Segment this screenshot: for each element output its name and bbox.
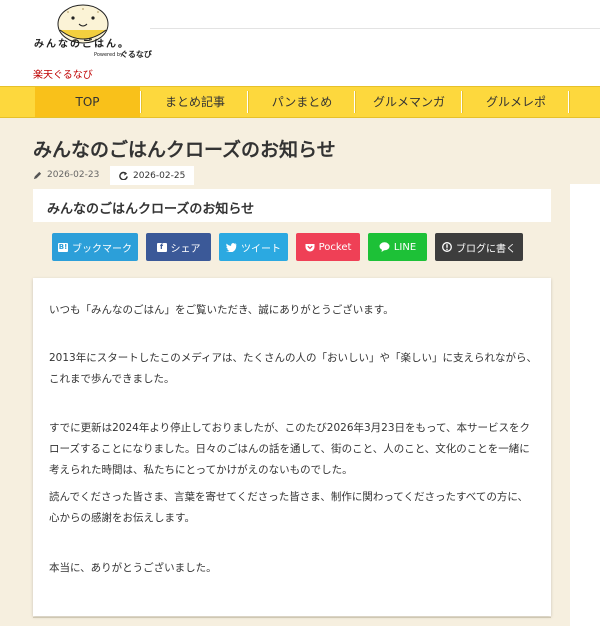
pocket-icon <box>305 243 315 251</box>
article-paragraph: いつも「みんなのごはん」をご覧いただき、誠にありがとうございます。 <box>49 304 394 316</box>
article-body: いつも「みんなのごはん」をご覧いただき、誠にありがとうございます。 2013年に… <box>33 278 551 616</box>
hatena-label: ブックマーク <box>72 243 132 255</box>
nav-item-pan[interactable]: パンまとめ <box>250 87 354 117</box>
twitter-share-button[interactable]: ツイート <box>219 233 288 261</box>
facebook-share-button[interactable]: f シェア <box>146 233 211 261</box>
hatena-blog-button[interactable]: ブログに書く <box>435 233 523 261</box>
line-label: LINE <box>393 241 417 253</box>
article-paragraph: 本当に、ありがとうございました。 <box>49 562 217 574</box>
nav-item-manga[interactable]: グルメマンガ <box>357 87 461 117</box>
hatena-icon: B! <box>58 242 68 252</box>
article-paragraph: 2013年にスタートしたこのメディアは、たくさんの人の「おいしい」や「楽しい」に… <box>49 352 537 385</box>
article-paragraph: すでに更新は2024年より停止しておりましたが、このたび2026年3月23日をも… <box>49 422 530 476</box>
nav-separator <box>354 91 356 113</box>
logo-gnavi: ぐるなび <box>120 50 152 59</box>
page-title: みんなのごはんクローズのお知らせ <box>33 139 336 161</box>
nav-separator <box>140 91 142 113</box>
sidebar-column <box>570 184 600 626</box>
nav-item-report[interactable]: グルメレポ <box>464 87 568 117</box>
hatena-blog-icon <box>442 242 452 252</box>
pocket-label: Pocket <box>318 241 352 253</box>
logo-powered-by: Powered by <box>94 52 123 58</box>
facebook-label: シェア <box>170 243 201 255</box>
updated-date-text: 2026-02-25 <box>133 170 186 181</box>
nav-separator <box>461 91 463 113</box>
hatena-blog-label: ブログに書く <box>456 243 516 255</box>
subtitle-box: みんなのごはんクローズのお知らせ <box>33 189 551 222</box>
site-header: みんなのごはん。 Powered by ぐるなび 楽天ぐるなび <box>0 0 600 86</box>
updated-date: 2026-02-25 <box>110 166 195 185</box>
hatena-bookmark-button[interactable]: B! ブックマーク <box>52 233 138 261</box>
line-share-button[interactable]: LINE <box>368 233 427 261</box>
header-divider <box>150 28 600 29</box>
rakuten-gnavi-link[interactable]: 楽天ぐるなび <box>33 66 93 81</box>
article-paragraph: 読んでくださった皆さま、言葉を寄せてくださった皆さま、制作に関わってくださったす… <box>49 491 529 524</box>
twitter-bird-icon <box>226 242 237 252</box>
facebook-icon: f <box>156 242 167 252</box>
nav-separator <box>247 91 249 113</box>
site-logo[interactable]: みんなのごはん。 Powered by ぐるなび <box>30 4 152 62</box>
nav-separator <box>568 91 570 113</box>
nav-item-top[interactable]: TOP <box>35 87 140 117</box>
pocket-button[interactable]: Pocket <box>296 233 360 261</box>
pencil-icon <box>33 171 42 179</box>
main-nav: TOP まとめ記事 パンまとめ グルメマンガ グルメレポ <box>0 86 600 118</box>
article-bottom-divider <box>33 617 551 618</box>
article-subtitle: みんなのごはんクローズのお知らせ <box>47 202 255 217</box>
logo-text: みんなのごはん。 <box>34 39 130 50</box>
refresh-icon <box>119 171 128 180</box>
twitter-label: ツイート <box>241 243 281 255</box>
published-date-text: 2026-02-23 <box>47 170 100 180</box>
published-date: 2026-02-23 <box>33 170 99 180</box>
nav-item-matome[interactable]: まとめ記事 <box>143 87 247 117</box>
line-chat-icon <box>379 242 390 252</box>
